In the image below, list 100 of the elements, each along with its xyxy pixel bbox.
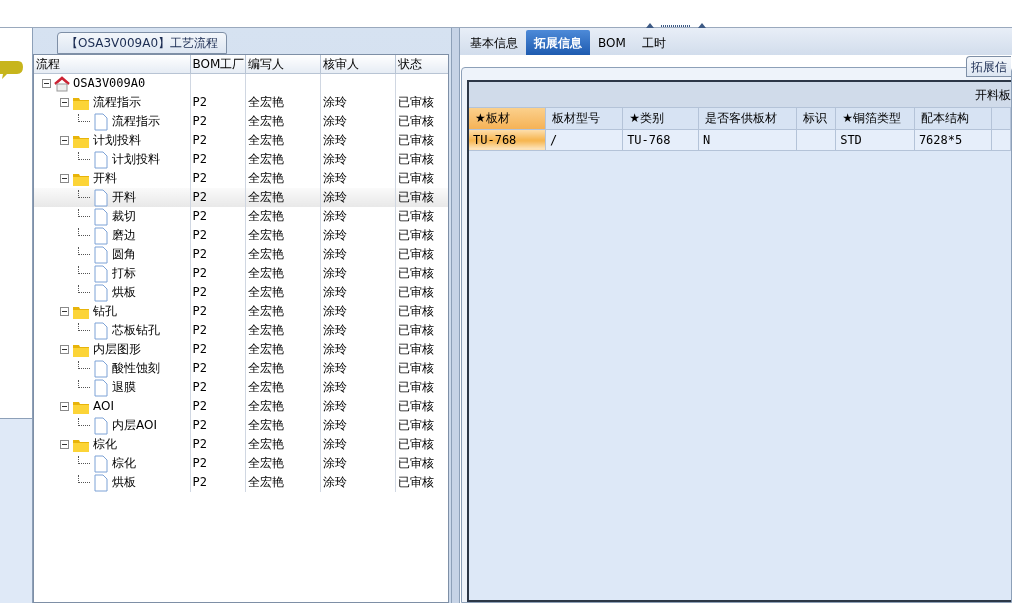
document-icon — [93, 454, 109, 473]
table-cell: 已审核 — [395, 397, 448, 416]
table-cell: 涂玲 — [320, 454, 395, 473]
column-header[interactable]: 标识 — [796, 108, 836, 129]
tree-item-label[interactable]: 圆角 — [112, 246, 136, 263]
document-icon — [93, 283, 109, 302]
table-cell: 已审核 — [395, 435, 448, 454]
tree-item-label[interactable]: 流程指示 — [112, 113, 160, 130]
table-cell: 已审核 — [395, 359, 448, 378]
table-cell: 全宏艳 — [245, 188, 320, 207]
table-cell: 已审核 — [395, 264, 448, 283]
tree-root-label[interactable]: OSA3V009A0 — [73, 75, 146, 92]
table-cell: 全宏艳 — [245, 435, 320, 454]
table-cell: 已审核 — [395, 416, 448, 435]
tree-item-label[interactable]: 开料 — [93, 170, 117, 187]
tab[interactable]: 拓展信息 — [526, 30, 590, 55]
column-header[interactable]: ★铜箔类型 — [835, 108, 915, 129]
table-cell: 涂玲 — [320, 245, 395, 264]
tree-item-label[interactable]: 流程指示 — [93, 94, 141, 111]
collapse-icon[interactable] — [60, 440, 69, 449]
tree-item-label[interactable]: 内层AOI — [112, 417, 157, 434]
tree-item-label[interactable]: 棕化 — [112, 455, 136, 472]
table-cell: P2 — [190, 93, 245, 112]
column-header[interactable]: ★板材 — [469, 108, 546, 129]
table-cell: 涂玲 — [320, 435, 395, 454]
table-cell: 全宏艳 — [245, 321, 320, 340]
tree-item-label[interactable]: 烘板 — [112, 474, 136, 491]
tree-item-label[interactable]: 烘板 — [112, 284, 136, 301]
table-cell: 全宏艳 — [245, 302, 320, 321]
document-icon — [93, 416, 109, 435]
document-icon — [93, 207, 109, 226]
table-cell: 已审核 — [395, 473, 448, 492]
tree-item-label[interactable]: 酸性蚀刻 — [112, 360, 160, 377]
tree-item-label[interactable]: 钻孔 — [93, 303, 117, 320]
table-cell: 涂玲 — [320, 112, 395, 131]
table-cell: P2 — [190, 454, 245, 473]
collapse-icon[interactable] — [60, 345, 69, 354]
table-cell: 已审核 — [395, 378, 448, 397]
table-cell: P2 — [190, 321, 245, 340]
table-cell: 涂玲 — [320, 188, 395, 207]
collapse-icon[interactable] — [60, 98, 69, 107]
table-cell: 涂玲 — [320, 416, 395, 435]
table-cell: 全宏艳 — [245, 226, 320, 245]
tree-item-label[interactable]: 开料 — [112, 189, 136, 206]
table-cell: 全宏艳 — [245, 283, 320, 302]
table-cell: P2 — [190, 416, 245, 435]
table-cell: P2 — [190, 435, 245, 454]
column-header[interactable]: BOM工厂 — [190, 55, 245, 74]
tree-item-label[interactable]: 裁切 — [112, 208, 136, 225]
table-cell[interactable]: TU-768 — [469, 129, 546, 150]
tab[interactable]: BOM — [590, 30, 634, 55]
column-header[interactable]: 核审人 — [320, 55, 395, 74]
tree-item-label[interactable]: 计划投料 — [112, 151, 160, 168]
column-header[interactable]: 流程 — [34, 55, 190, 74]
table-cell: 已审核 — [395, 321, 448, 340]
table-cell: P2 — [190, 188, 245, 207]
tree-item-label[interactable]: 磨边 — [112, 227, 136, 244]
tree-item-label[interactable]: 计划投料 — [93, 132, 141, 149]
document-icon — [93, 378, 109, 397]
tab[interactable]: 工时 — [633, 30, 674, 55]
table-cell: 涂玲 — [320, 226, 395, 245]
table-cell: 已审核 — [395, 302, 448, 321]
table-cell: 涂玲 — [320, 302, 395, 321]
collapse-icon[interactable] — [60, 307, 69, 316]
table-cell: 全宏艳 — [245, 112, 320, 131]
tab[interactable]: 基本信息 — [462, 30, 526, 55]
table-cell: 涂玲 — [320, 131, 395, 150]
column-header[interactable]: ★类别 — [622, 108, 699, 129]
table-cell: P2 — [190, 378, 245, 397]
document-icon — [93, 226, 109, 245]
column-header[interactable]: 编写人 — [245, 55, 320, 74]
table-cell: 全宏艳 — [245, 454, 320, 473]
tree-item-label[interactable]: 内层图形 — [93, 341, 141, 358]
tab-button[interactable]: 拓展信 — [966, 56, 1011, 77]
column-header[interactable]: 是否客供板材 — [698, 108, 797, 129]
tree-item-label[interactable]: 退膜 — [112, 379, 136, 396]
tree-item-label[interactable]: 芯板钻孔 — [112, 322, 160, 339]
splitter-grip-icon[interactable] — [646, 22, 706, 29]
table-cell: 涂玲 — [320, 150, 395, 169]
collapse-icon[interactable] — [60, 174, 69, 183]
table-cell: 全宏艳 — [245, 416, 320, 435]
column-header[interactable]: 配本结构 — [914, 108, 992, 129]
table-cell: P2 — [190, 302, 245, 321]
table-cell: 全宏艳 — [245, 473, 320, 492]
tree-item-label[interactable]: 打标 — [112, 265, 136, 282]
tree-item-label[interactable]: 棕化 — [93, 436, 117, 453]
table-cell: 涂玲 — [320, 397, 395, 416]
tree-item-label[interactable]: AOI — [93, 398, 114, 415]
table-cell: 涂玲 — [320, 321, 395, 340]
collapse-icon[interactable] — [60, 136, 69, 145]
collapse-icon[interactable] — [42, 79, 51, 88]
document-icon — [93, 150, 109, 169]
column-header[interactable]: 状态 — [395, 55, 448, 74]
document-icon — [93, 245, 109, 264]
table-cell: 涂玲 — [320, 93, 395, 112]
table-cell: 已审核 — [395, 226, 448, 245]
column-header[interactable]: 板材型号 — [545, 108, 623, 129]
collapse-icon[interactable] — [60, 402, 69, 411]
table-cell: 全宏艳 — [245, 340, 320, 359]
document-icon — [93, 188, 109, 207]
